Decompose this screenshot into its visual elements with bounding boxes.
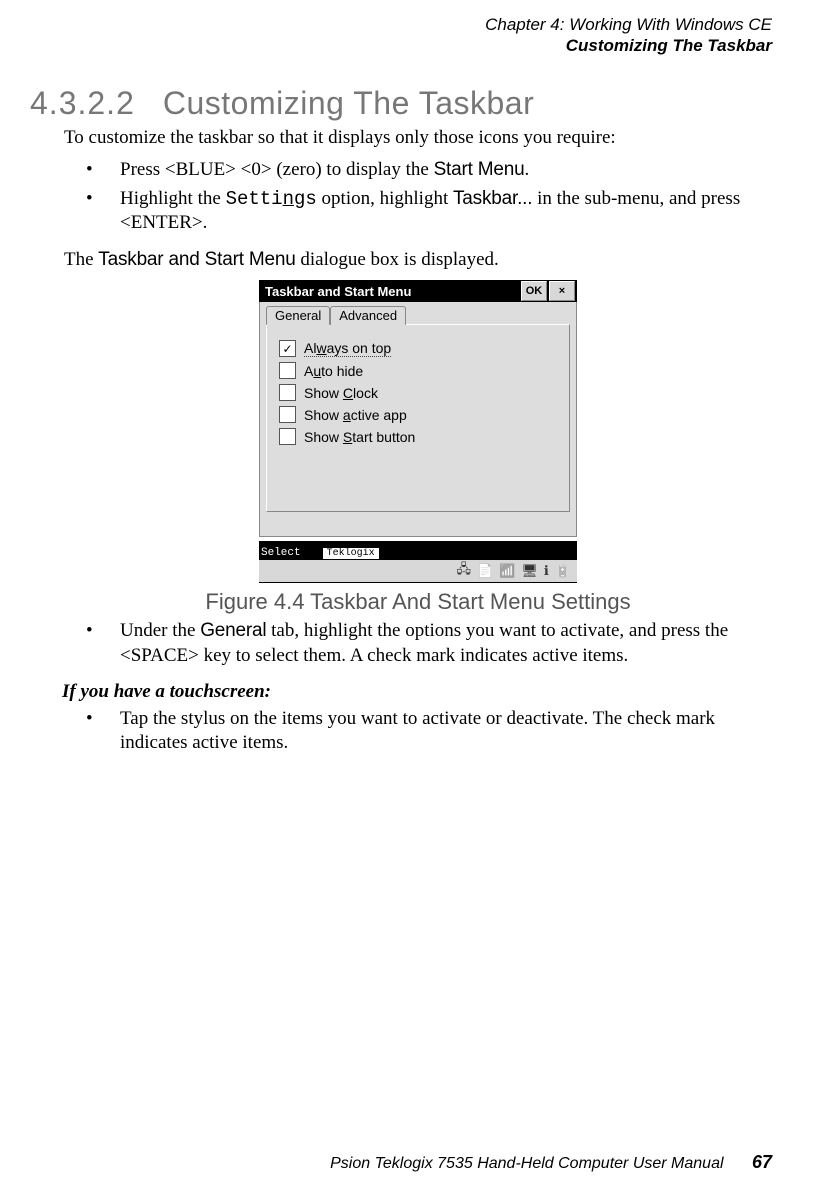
list-item: • Tap the stylus on the items you want t… (64, 707, 772, 756)
dialogue-sentence: The Taskbar and Start Menu dialogue box … (64, 248, 772, 272)
dialog-title: Taskbar and Start Menu (265, 284, 519, 299)
taskbar-select-label: Select (259, 547, 303, 559)
network-icon: 🖧 (456, 560, 471, 582)
list-item: • Press <BLUE> <0> (zero) to display the… (64, 158, 772, 183)
figure-caption: Figure 4.4 Taskbar And Start Menu Settin… (64, 589, 772, 615)
taskbar-dialog: Taskbar and Start Menu OK × General Adva… (259, 280, 577, 583)
checkbox-icon (279, 362, 296, 379)
dialog-titlebar: Taskbar and Start Menu OK × (259, 280, 577, 302)
intro-paragraph: To customize the taskbar so that it disp… (64, 126, 772, 150)
section-line: Customizing The Taskbar (64, 35, 772, 56)
checkbox-always-on-top[interactable]: ✓ Always on top (279, 340, 557, 357)
checkbox-icon (279, 428, 296, 445)
page-header: Chapter 4: Working With Windows CE Custo… (64, 14, 772, 57)
chapter-line: Chapter 4: Working With Windows CE (64, 14, 772, 35)
instruction-list-3: • Tap the stylus on the items you want t… (64, 707, 772, 756)
section-heading: 4.3.2.2 Customizing The Taskbar (30, 85, 772, 122)
checkbox-icon (279, 384, 296, 401)
section-number: 4.3.2.2 (30, 85, 135, 121)
page-number: 67 (752, 1152, 772, 1172)
battery-icon: 🔋 (555, 563, 571, 579)
ok-button[interactable]: OK (521, 281, 547, 301)
list-item: • Under the General tab, highlight the o… (64, 619, 772, 668)
checkbox-auto-hide[interactable]: Auto hide (279, 362, 557, 379)
instruction-list-2: • Under the General tab, highlight the o… (64, 619, 772, 668)
checkbox-icon: ✓ (279, 340, 296, 357)
system-tray: 🖧 📄 📶 🖥 ℹ 🔋 (259, 560, 577, 582)
list-item: • Highlight the Settings option, highlig… (64, 187, 772, 236)
instruction-list-1: • Press <BLUE> <0> (zero) to display the… (64, 158, 772, 236)
page-footer: Psion Teklogix 7535 Hand-Held Computer U… (330, 1152, 772, 1173)
tab-panel-general: ✓ Always on top Auto hide Show Clock Sho… (266, 324, 570, 512)
tab-advanced[interactable]: Advanced (330, 306, 406, 325)
signal-icon: 📶 (499, 563, 515, 579)
checkbox-show-start-button[interactable]: Show Start button (279, 428, 557, 445)
taskbar-teklogix-label: Teklogix (323, 548, 379, 559)
section-title: Customizing The Taskbar (163, 85, 534, 121)
device-taskbar: Select Teklogix 🖧 📄 📶 🖥 ℹ 🔋 (259, 541, 577, 583)
close-button[interactable]: × (549, 281, 575, 301)
info-icon: ℹ (544, 563, 549, 579)
checkbox-icon (279, 406, 296, 423)
document-icon: 📄 (477, 563, 493, 579)
checkbox-show-clock[interactable]: Show Clock (279, 384, 557, 401)
manual-title: Psion Teklogix 7535 Hand-Held Computer U… (330, 1155, 723, 1172)
tab-row: General Advanced (266, 306, 570, 325)
checkbox-show-active-app[interactable]: Show active app (279, 406, 557, 423)
device-icon: 🖥 (521, 563, 538, 579)
touchscreen-heading: If you have a touchscreen: (62, 681, 772, 703)
tab-general[interactable]: General (266, 306, 330, 325)
figure: Taskbar and Start Menu OK × General Adva… (64, 280, 772, 615)
